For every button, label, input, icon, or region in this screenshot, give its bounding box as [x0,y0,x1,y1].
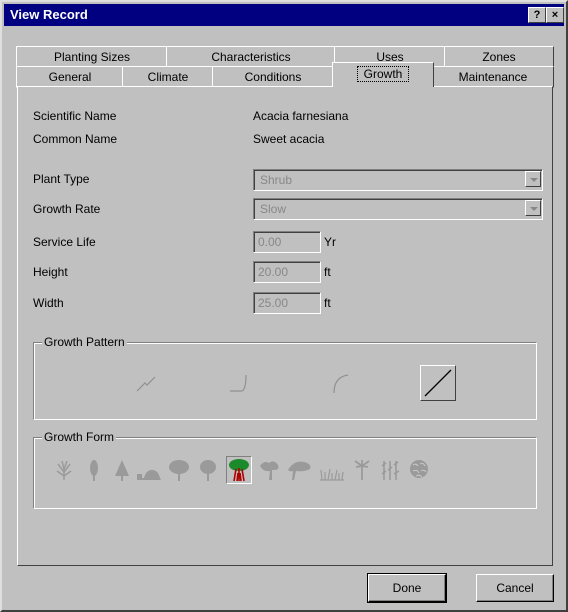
tab-growth-label: Growth [356,66,410,82]
form-groundcover-icon[interactable] [136,458,162,482]
width-label: Width [33,296,64,310]
cancel-button[interactable]: Cancel [476,574,554,602]
done-button[interactable]: Done [367,573,447,603]
growth-panel: Scientific Name Acacia farnesiana Common… [17,86,553,566]
tab-growth[interactable]: Growth [332,62,434,87]
close-button[interactable]: × [546,7,564,23]
growth-rate-label: Growth Rate [33,202,101,216]
service-life-value: 0.00 [258,235,282,249]
tab-conditions[interactable]: Conditions [212,66,334,88]
title-bar: View Record ? × [4,4,564,26]
service-life-label: Service Life [33,235,96,249]
tab-general[interactable]: General [16,66,124,88]
scientific-name-label: Scientific Name [33,109,117,123]
growth-form-group: Growth Form [33,430,537,509]
growth-form-label: Growth Form [42,430,117,444]
pattern-steady-icon[interactable] [420,365,456,401]
form-dense-shrub-icon[interactable] [408,458,430,482]
growth-rate-value: Slow [260,202,287,216]
service-life-field[interactable]: 0.00 [253,231,321,253]
form-irregular-tree-icon[interactable] [258,458,280,482]
scientific-name-value: Acacia farnesiana [253,109,349,123]
height-unit: ft [324,265,331,279]
height-value: 20.00 [258,265,289,279]
tab-climate[interactable]: Climate [122,66,214,88]
tab-characteristics[interactable]: Characteristics [166,46,336,68]
form-round-tree-icon[interactable] [168,458,190,482]
service-life-unit: Yr [324,235,336,249]
plant-type-value: Shrub [260,173,293,187]
form-columnar-tree-icon[interactable] [84,458,104,482]
height-label: Height [33,265,68,279]
common-name-label: Common Name [33,132,118,146]
window-title: View Record [10,7,88,22]
plant-type-label: Plant Type [33,172,90,186]
form-vine-icon[interactable] [380,458,402,482]
height-field[interactable]: 20.00 [253,261,321,283]
pattern-slow-then-fast-icon[interactable] [224,365,258,399]
growth-pattern-label: Growth Pattern [42,335,127,349]
view-record-window: View Record ? × Planting Sizes Character… [0,0,568,612]
form-oval-tree-icon[interactable] [198,458,218,482]
dropdown-arrow-icon[interactable] [525,200,541,216]
tab-planting-sizes[interactable]: Planting Sizes [16,46,168,68]
form-deciduous-shrub-icon[interactable] [54,458,74,482]
plant-type-select[interactable]: Shrub [253,169,543,191]
form-conical-tree-icon[interactable] [112,458,132,482]
tab-maintenance[interactable]: Maintenance [432,66,554,88]
help-button[interactable]: ? [528,7,546,23]
form-grass-icon[interactable] [318,458,344,482]
common-name-value: Sweet acacia [253,132,325,146]
width-field[interactable]: 25.00 [253,292,321,314]
form-palm-icon[interactable] [352,458,372,482]
growth-pattern-group: Growth Pattern [33,335,537,420]
dropdown-arrow-icon[interactable] [525,171,541,187]
width-value: 25.00 [258,296,289,310]
growth-rate-select[interactable]: Slow [253,198,543,220]
form-weeping-tree-icon[interactable] [286,458,312,482]
pattern-fast-then-slow-icon[interactable] [324,365,358,399]
tab-zones[interactable]: Zones [444,46,554,68]
width-unit: ft [324,296,331,310]
pattern-linear-icon[interactable] [129,365,163,399]
form-spreading-tree-icon[interactable] [226,456,252,484]
